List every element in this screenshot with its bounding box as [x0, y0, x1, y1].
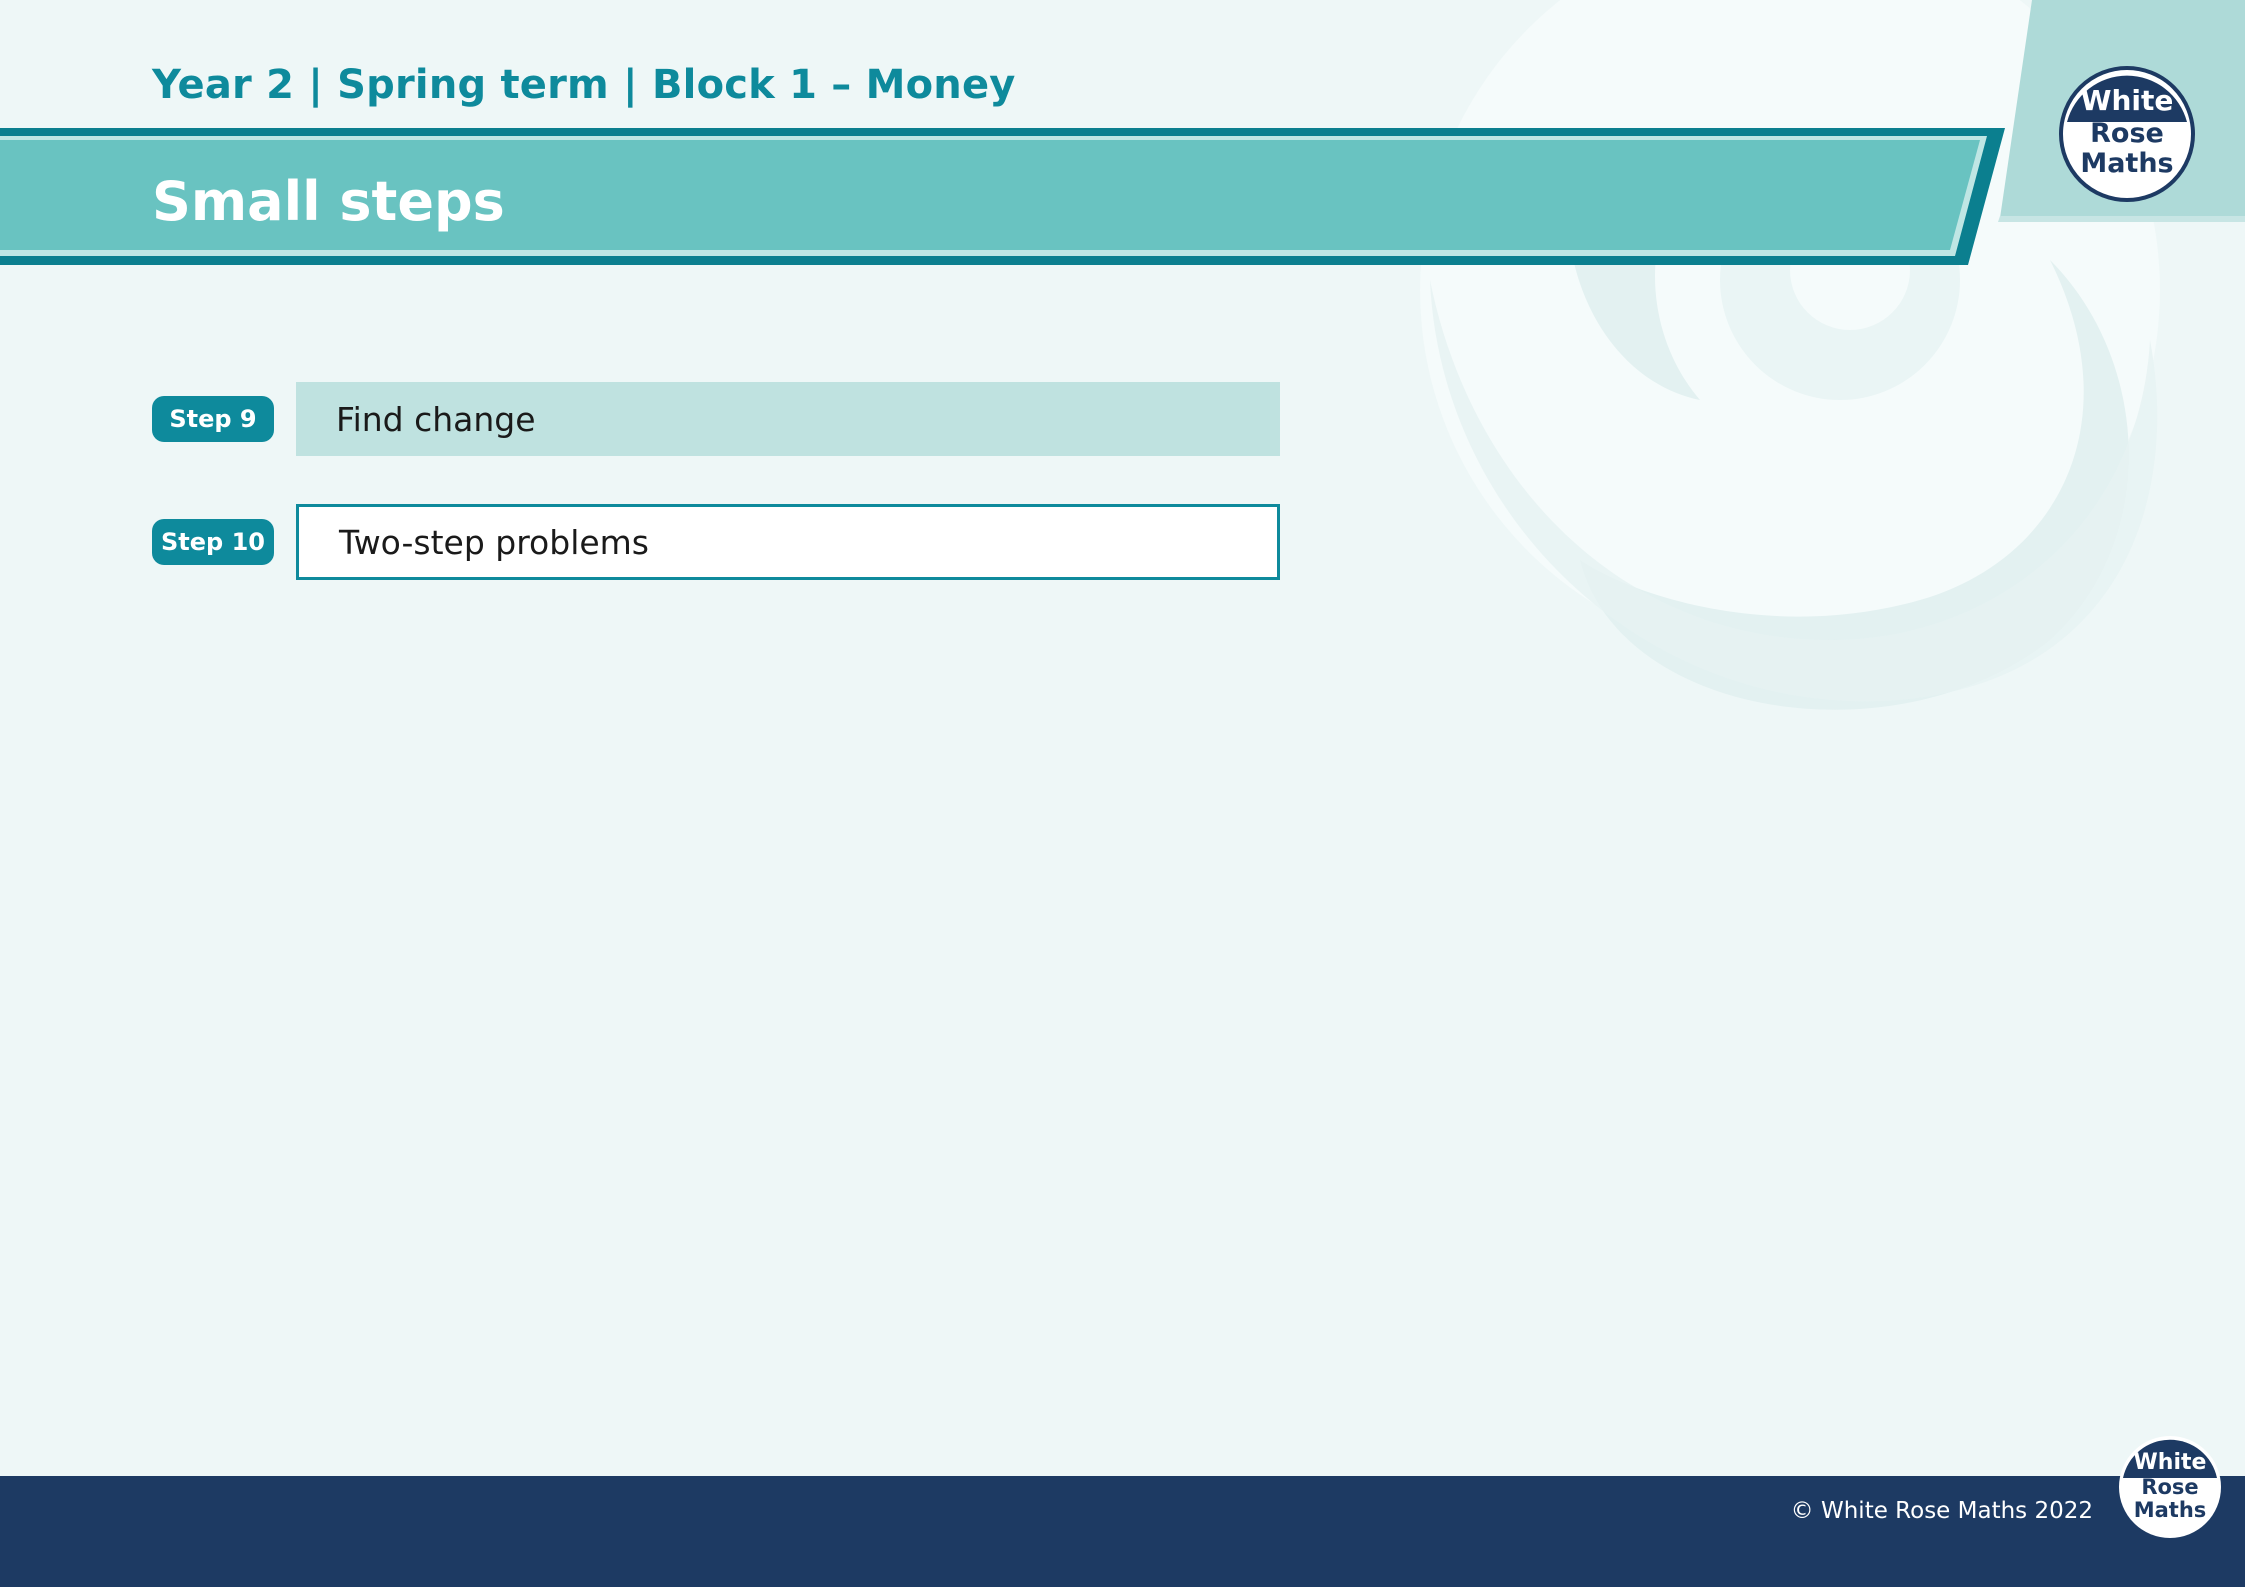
footer-bar: [0, 1476, 2245, 1587]
footer-logo-text-rose: Rose: [2141, 1475, 2198, 1499]
logo-text-rose: Rose: [2090, 118, 2164, 149]
step-badge: Step 9: [152, 396, 274, 442]
step-label-box[interactable]: Find change: [296, 382, 1280, 456]
footer-logo: White Rose Maths: [2119, 1436, 2221, 1538]
footer-logo-text-white: White: [2134, 1450, 2207, 1475]
logo-text-maths: Maths: [2080, 148, 2173, 179]
step-row-10[interactable]: Step 10 Two-step problems: [152, 504, 1280, 580]
footer-logo-text-maths: Maths: [2134, 1498, 2207, 1522]
logo-text-white: White: [2081, 84, 2174, 117]
page-title: Small steps: [152, 170, 505, 233]
step-row-9[interactable]: Step 9 Find change: [152, 382, 1280, 456]
step-label-box[interactable]: Two-step problems: [296, 504, 1280, 580]
breadcrumb: Year 2 | Spring term | Block 1 – Money: [152, 62, 1016, 108]
copyright-text: © White Rose Maths 2022: [1790, 1498, 2093, 1524]
step-badge: Step 10: [152, 519, 274, 565]
white-rose-maths-logo[interactable]: White Rose Maths: [2059, 66, 2195, 202]
